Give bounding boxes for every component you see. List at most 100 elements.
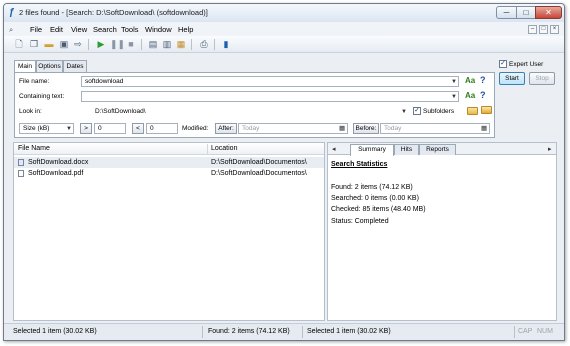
- menu-window[interactable]: Window: [145, 25, 172, 34]
- help-icon[interactable]: ?: [480, 90, 486, 100]
- match-case-icon[interactable]: Aa: [465, 76, 475, 85]
- less-than-button[interactable]: <: [132, 123, 144, 134]
- tab-scroll-right-icon[interactable]: ▸: [548, 145, 552, 153]
- title-bar[interactable]: ƒ 2 files found - [Search: D:\SoftDownlo…: [4, 4, 564, 22]
- greater-than-button[interactable]: >: [80, 123, 92, 134]
- results-list[interactable]: File Name Location SoftDownload.docx D:\…: [13, 142, 325, 321]
- num-lock-indicator: NUM: [537, 328, 553, 335]
- dropdown-arrow-icon[interactable]: ▼: [451, 77, 457, 86]
- open-folder-icon[interactable]: ▬: [43, 39, 55, 50]
- menu-bar: ⌕ File Edit View Search Tools Window Hel…: [4, 22, 564, 36]
- start-button[interactable]: Start: [499, 72, 525, 85]
- app-icon: ƒ: [9, 7, 15, 18]
- after-date-input[interactable]: Today: [238, 123, 348, 134]
- column-location[interactable]: Location: [211, 145, 237, 152]
- match-case-icon[interactable]: Aa: [465, 91, 475, 100]
- maximize-button[interactable]: □: [516, 6, 536, 19]
- column-file-name[interactable]: File Name: [18, 145, 50, 152]
- dropdown-arrow-icon[interactable]: ▼: [401, 107, 407, 116]
- menu-view[interactable]: View: [71, 25, 87, 34]
- stop-button[interactable]: Stop: [529, 72, 555, 85]
- add-folder-icon[interactable]: [481, 106, 492, 114]
- help-icon[interactable]: ?: [480, 75, 486, 85]
- details-tabs: ◂ Summary Hits Reports ▸: [328, 143, 556, 156]
- subfolders-label: Subfolders: [423, 108, 455, 115]
- table-row[interactable]: SoftDownload.pdf D:\SoftDownload\Documen…: [14, 168, 324, 179]
- expert-user-label: Expert User: [509, 61, 544, 68]
- tab-options[interactable]: Options: [36, 60, 63, 72]
- size-unit-select[interactable]: Size (kB) ▼: [19, 123, 74, 134]
- status-found: Found: 2 items (74.12 KB): [208, 328, 290, 335]
- status-selected-right: Selected 1 item (30.02 KB): [307, 328, 391, 335]
- export-icon[interactable]: ⇨: [72, 39, 84, 50]
- word-document-icon: [18, 159, 24, 166]
- location-cell: D:\SoftDownload\Documentos\: [211, 159, 307, 166]
- tab-dates[interactable]: Dates: [63, 60, 87, 72]
- column-divider[interactable]: [207, 144, 208, 154]
- location-cell: D:\SoftDownload\Documentos\: [211, 170, 307, 177]
- min-size-input[interactable]: 0: [94, 123, 126, 134]
- stats-title: Search Statistics: [331, 161, 388, 168]
- menu-search[interactable]: Search: [93, 25, 117, 34]
- menu-edit[interactable]: Edit: [50, 25, 63, 34]
- file-name-label: File name:: [19, 78, 50, 85]
- subfolders-checkbox[interactable]: ✓: [413, 107, 421, 115]
- window-icon[interactable]: ▤: [147, 39, 159, 50]
- search-criteria-group: File name: softdownload ▼ Aa ? Containin…: [14, 72, 495, 138]
- mdi-close-button[interactable]: ×: [550, 25, 559, 34]
- menu-help[interactable]: Help: [178, 25, 193, 34]
- dropdown-arrow-icon[interactable]: ▼: [66, 124, 72, 133]
- look-in-value: D:\SoftDownload\: [95, 108, 146, 115]
- minimize-button[interactable]: ─: [496, 6, 517, 19]
- stat-found: Found: 2 items (74.12 KB): [331, 184, 413, 191]
- new-icon[interactable]: 🗋: [13, 39, 25, 50]
- before-date-input[interactable]: Today: [380, 123, 490, 134]
- caps-lock-indicator: CAP: [518, 328, 533, 335]
- max-size-input[interactable]: 0: [146, 123, 178, 134]
- close-button[interactable]: ✕: [535, 6, 562, 19]
- menu-tools[interactable]: Tools: [121, 25, 139, 34]
- window-title: 2 files found - [Search: D:\SoftDownload…: [19, 8, 208, 17]
- details-pane: ◂ Summary Hits Reports ▸ Search Statisti…: [327, 142, 557, 321]
- toolbar-separator: [214, 39, 215, 50]
- mdi-restore-button[interactable]: □: [539, 25, 548, 34]
- file-name-input[interactable]: softdownload ▼: [81, 76, 459, 87]
- save-icon[interactable]: ▣: [58, 39, 70, 50]
- look-in-input[interactable]: D:\SoftDownload\ ▼: [91, 106, 409, 117]
- containing-text-label: Containing text:: [19, 93, 65, 100]
- tab-scroll-left-icon[interactable]: ◂: [332, 145, 336, 153]
- file-name-cell: SoftDownload.pdf: [28, 170, 84, 177]
- copy-icon[interactable]: ❐: [28, 39, 40, 50]
- table-row[interactable]: SoftDownload.docx D:\SoftDownload\Docume…: [14, 157, 324, 168]
- before-button[interactable]: Before:: [353, 123, 379, 134]
- expert-user-checkbox[interactable]: ✓: [499, 60, 507, 68]
- menu-file[interactable]: File: [30, 25, 42, 34]
- tab-hits[interactable]: Hits: [394, 144, 419, 155]
- window-split-icon[interactable]: ▥: [161, 39, 173, 50]
- play-icon[interactable]: ▶: [95, 39, 107, 50]
- results-header: File Name Location: [14, 143, 324, 155]
- calendar-icon[interactable]: ▦: [481, 124, 487, 132]
- calendar-icon[interactable]: ▦: [339, 124, 345, 132]
- tab-reports[interactable]: Reports: [419, 144, 456, 155]
- modified-label: Modified:: [182, 125, 209, 132]
- toolbar: 🗋 ❐ ▬ ▣ ⇨ ▶ ❚❚ ■ ▤ ▥ ▦ ⎙ ▮: [4, 36, 564, 53]
- containing-text-input[interactable]: ▼: [81, 91, 459, 102]
- pause-icon[interactable]: ❚❚: [110, 39, 125, 50]
- mdi-minimize-button[interactable]: –: [528, 25, 537, 34]
- tab-summary[interactable]: Summary: [350, 144, 394, 156]
- toolbar-separator: [141, 39, 142, 50]
- stop-icon[interactable]: ■: [125, 39, 137, 50]
- stat-searched: Searched: 0 items (0.00 KB): [331, 195, 419, 202]
- toolbar-separator: [88, 39, 89, 50]
- dropdown-arrow-icon[interactable]: ▼: [451, 92, 457, 101]
- stat-checked: Checked: 85 items (48.40 MB): [331, 206, 426, 213]
- search-icon[interactable]: ⌕: [9, 25, 13, 35]
- after-button[interactable]: After:: [215, 123, 237, 134]
- browse-folder-icon[interactable]: [467, 107, 478, 115]
- size-unit-value: Size (kB): [23, 125, 50, 132]
- report-icon[interactable]: ▦: [175, 39, 187, 50]
- print-icon[interactable]: ⎙: [198, 39, 210, 50]
- search-panel: Main Options Dates File name: softdownlo…: [4, 54, 564, 142]
- book-icon[interactable]: ▮: [220, 39, 232, 50]
